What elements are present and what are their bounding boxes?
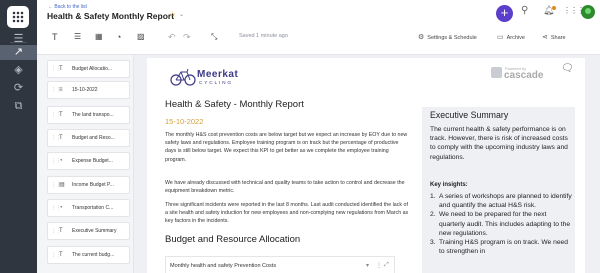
avatar[interactable]: [581, 5, 595, 19]
search-icon[interactable]: ⚲: [521, 5, 528, 16]
archive-label: Archive: [506, 35, 525, 41]
undo-icon[interactable]: ↶: [168, 32, 176, 43]
expand-icon[interactable]: ⤢: [384, 262, 389, 269]
powered-by-brand: cascade: [504, 70, 544, 81]
insight-item: 2. We need to be prepared for the next qu…: [430, 211, 571, 237]
share-button[interactable]: ⋖ Share: [542, 33, 566, 41]
outline-item[interactable]: ⋮⋮ ≡ 15-10-2022: [47, 81, 130, 99]
insight-text: Training H&S program is on track. We nee…: [439, 239, 568, 256]
back-to-list-link[interactable]: ← Back to the list: [48, 4, 87, 10]
outline-panel: ⋮⋮ T Budget Allocatio... ⋮⋮ ≡ 15-10-2022 ⋮⋮ T…: [37, 55, 134, 273]
share-label: Share: [550, 35, 566, 41]
chart-icon[interactable]: ◔: [116, 32, 121, 42]
archive-icon: ▭: [497, 34, 504, 41]
hierarchy-icon[interactable]: ⧉: [0, 99, 37, 114]
outline-item[interactable]: ⋮⋮ ◔ Expense Budget...: [47, 152, 130, 170]
heading-icon[interactable]: ☰: [74, 32, 81, 41]
outline-item-label: Transportation C...: [72, 205, 114, 211]
brand-subtitle: CYCLING: [199, 81, 233, 86]
insights-list: 1. A series of workshops are planned to i…: [430, 192, 573, 256]
outline-type-icon: T: [59, 228, 63, 234]
outline-type-icon: ◔: [59, 205, 63, 211]
outline-type-icon: T: [59, 135, 63, 141]
image-icon[interactable]: ▨: [137, 32, 145, 41]
insight-text: A series of workshops are planned to ide…: [439, 193, 572, 210]
outline-type-icon: ◔: [59, 158, 63, 164]
outline-type-icon: ▤: [59, 182, 65, 188]
top-header: ← Back to the list Health & Safety Month…: [37, 0, 600, 55]
report-date: 15-10-2022: [165, 117, 204, 126]
app-logo[interactable]: [7, 6, 29, 28]
saved-status: Saved 1 minute ago: [239, 33, 288, 39]
sync-icon[interactable]: ⟳: [0, 81, 37, 96]
outline-type-icon: T: [59, 66, 63, 72]
outline-item[interactable]: ⋮⋮ T Budget Allocatio...: [47, 60, 130, 78]
outline-item[interactable]: ⋮⋮ ◔ Transportation C...: [47, 199, 130, 217]
outline-item[interactable]: ⋮⋮ ▤ Income Budget P...: [47, 176, 130, 194]
paragraph: The monthly H&S cost prevention costs ar…: [165, 132, 408, 163]
settings-schedule-button[interactable]: ⚙ Settings & Schedule: [418, 33, 477, 41]
comment-icon[interactable]: 🗨︎: [561, 63, 574, 74]
section-heading: Budget and Resource Allocation: [165, 234, 301, 245]
table-icon[interactable]: ▦: [95, 32, 103, 41]
summary-body: The current health & safety performance …: [430, 126, 568, 161]
outline-item[interactable]: ⋮⋮ T The current budg...: [47, 246, 130, 264]
outline-item-label: Executive Summary: [72, 228, 117, 234]
insight-item: 1. A series of workshops are planned to i…: [430, 193, 572, 210]
outline-item-label: Expense Budget...: [72, 158, 113, 164]
insights-title: Key insights:: [430, 182, 468, 188]
bicycle-logo-icon: [170, 68, 196, 86]
text-icon[interactable]: T: [52, 32, 58, 42]
settings-schedule-label: Settings & Schedule: [427, 35, 477, 41]
paragraph: We have already discussed with technical…: [165, 180, 405, 195]
brand-name: Meerkat: [197, 69, 239, 80]
trend-icon[interactable]: ↗: [0, 45, 37, 60]
insight-item: 3. Training H&S program is on track. We n…: [430, 239, 568, 256]
notification-badge: [552, 6, 556, 10]
outline-item-label: The current budg...: [72, 252, 115, 258]
layers-icon[interactable]: ◈: [0, 63, 37, 78]
page-title: Health & Safety Monthly Report: [47, 11, 175, 21]
cascade-logo-icon: [491, 67, 502, 78]
report-heading: Health & Safety - Monthly Report: [165, 99, 304, 110]
executive-summary-panel[interactable]: Executive Summary The current health & s…: [422, 107, 575, 273]
filter-icon[interactable]: ▾: [366, 262, 369, 269]
chart-card-title: Monthly health and safety Prevention Cos…: [170, 263, 277, 269]
outline-item[interactable]: ⋮⋮ T Budget and Reso...: [47, 129, 130, 147]
sliders-icon: ⚙: [418, 34, 425, 41]
outline-item-label: 15-10-2022: [72, 87, 98, 93]
archive-button[interactable]: ▭ Archive: [497, 33, 525, 41]
insight-text: We need to be prepared for the next quar…: [439, 211, 571, 237]
outline-item[interactable]: ⋮⋮ T Executive Summary: [47, 222, 130, 240]
outline-type-icon: T: [59, 112, 63, 118]
outline-item-label: Income Budget P...: [72, 182, 114, 188]
outline-type-icon: T: [59, 252, 63, 258]
chevron-down-icon[interactable]: ⌄: [179, 11, 184, 18]
outline-item-label: Budget Allocatio...: [72, 66, 113, 72]
redo-icon[interactable]: ↷: [183, 32, 191, 43]
collapse-icon[interactable]: ⤡: [211, 32, 217, 42]
rail-divider: [10, 42, 27, 43]
outline-type-icon: ≡: [59, 87, 63, 93]
app-rail: ☰ ↗ ◈ ⟳ ⧉: [0, 0, 37, 273]
add-button[interactable]: +: [496, 5, 513, 22]
paragraph: Three significant incidents were reporte…: [165, 202, 409, 225]
more-icon[interactable]: ⋮: [376, 262, 382, 269]
outline-item-label: Budget and Reso...: [72, 135, 115, 141]
outline-item-label: The land transpo...: [72, 112, 114, 118]
summary-title: Executive Summary: [430, 110, 509, 120]
outline-item[interactable]: ⋮⋮ T The land transpo...: [47, 106, 130, 124]
star-icon[interactable]: ☆: [169, 10, 176, 19]
share-icon: ⋖: [542, 34, 548, 41]
